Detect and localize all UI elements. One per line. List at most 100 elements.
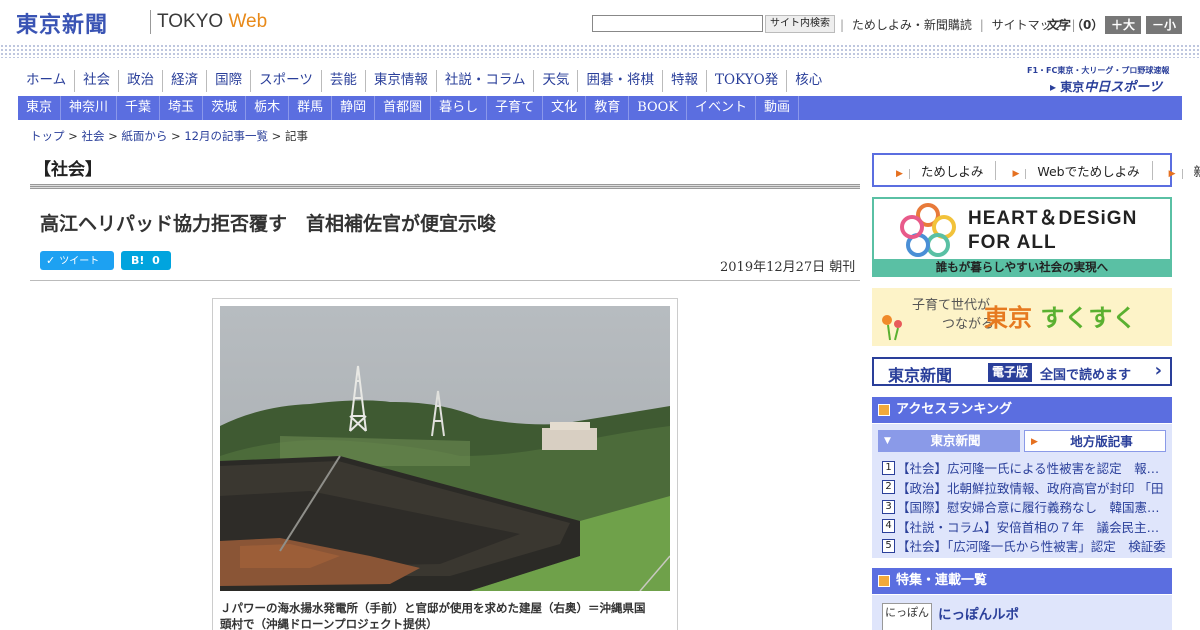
main-nav-item[interactable]: 政治 — [118, 70, 162, 92]
breadcrumb-separator: > — [268, 129, 285, 143]
tab-ranking-tokyo-label: 東京新聞 — [930, 433, 981, 448]
sukusuku-tokyo: 東京 — [984, 303, 1032, 332]
main-nav-item[interactable]: 経済 — [162, 70, 206, 92]
digital-edition-banner[interactable]: 東京新聞 電子版 全国で読めます › — [872, 357, 1172, 386]
ranking-number: 4 — [882, 519, 895, 534]
heart-design-text: HEART＆DESiGN FOR ALL — [968, 207, 1137, 255]
main-nav: ホーム 社会 政治 経済 国際 スポーツ 芸能 東京情報 社説・コラム 天気 囲碁・将棋 特報 TOKY… — [18, 70, 830, 92]
logo-web-text: Web — [228, 11, 268, 32]
tab-ranking-local[interactable]: ▶ 地方版記事 — [1024, 430, 1166, 452]
region-nav-item[interactable]: 茨城 — [203, 96, 247, 120]
flower-logo-icon — [900, 203, 956, 257]
site-search-button[interactable]: サイト内検索 — [765, 15, 835, 33]
heart-line-2: FOR ALL — [968, 232, 1057, 253]
main-nav-item[interactable]: 芸能 — [320, 70, 365, 92]
search-input[interactable] — [592, 15, 763, 32]
main-nav-item[interactable]: スポーツ — [250, 70, 321, 92]
region-nav-item[interactable]: 埼玉 — [160, 96, 204, 120]
sports-news-label[interactable]: F1・FC東京・大リーグ・プロ野球速報 — [1027, 65, 1169, 76]
main-nav-item[interactable]: 国際 — [206, 70, 250, 92]
sukusuku-subtitle-2: つながる — [942, 317, 995, 332]
ranking-item[interactable]: 5 【社会】「広河隆一氏から性被害」認定 検証委 — [882, 536, 1167, 556]
arrow-icon: ▶ — [1004, 168, 1027, 179]
region-nav-item[interactable]: 東京 — [18, 96, 62, 120]
breadcrumb-separator: > — [64, 129, 82, 143]
ranking-header: アクセスランキング — [872, 397, 1172, 423]
font-bigger-button[interactable]: ＋大 — [1105, 16, 1141, 34]
chunichi-prefix: 東京 — [1060, 80, 1085, 94]
font-size-label: 文字（0） — [1047, 18, 1104, 32]
ranking-text: 【社会】広河隆一氏による性被害を認定 報告書 — [897, 461, 1167, 477]
main-nav-item[interactable]: 東京情報 — [364, 70, 436, 92]
ranking-item[interactable]: 3 【国際】慰安婦合意に履行義務なし 韓国憲法裁 — [882, 497, 1167, 517]
tab-arrow-icon: ▶ — [1031, 437, 1038, 447]
tab-ranking-tokyo[interactable]: ▼ 東京新聞 — [878, 430, 1020, 452]
feature-thumbnail[interactable]: にっぽん — [882, 603, 932, 630]
header-links: | ためしよみ・新聞購読 | サイトマップ | — [838, 16, 1077, 33]
flower-sprout-icon — [882, 315, 902, 341]
ranking-item[interactable]: 1 【社会】広河隆一氏による性被害を認定 報告書 — [882, 458, 1167, 478]
main-nav-item[interactable]: ホーム — [18, 70, 74, 92]
aerial-photo-graphic — [220, 306, 670, 591]
sidebar-link-trial[interactable]: ▶ ためしよみ — [880, 160, 997, 180]
main-nav-item[interactable]: 天気 — [533, 70, 577, 92]
breadcrumb-link[interactable]: 12月の記事一覧 — [184, 129, 268, 143]
main-nav-item[interactable]: TOKYO発 — [705, 70, 786, 92]
main-nav-item[interactable]: 社会 — [74, 70, 118, 92]
ranking-number: 3 — [882, 499, 895, 514]
tweet-button[interactable]: ✓ ツイート — [40, 251, 114, 270]
region-nav-item[interactable]: BOOK — [629, 96, 688, 120]
ranking-item[interactable]: 2 【政治】北朝鮮拉致情報、政府高官が封印 「田 — [882, 478, 1167, 498]
ranking-text: 【政治】北朝鮮拉致情報、政府高官が封印 「田 — [897, 480, 1164, 496]
ranking-list: 1 【社会】広河隆一氏による性被害を認定 報告書 2 【政治】北朝鮮拉致情報、政府高官… — [882, 458, 1167, 556]
region-nav-item[interactable]: 子育て — [487, 96, 544, 120]
hatena-bookmark-button[interactable]: B! 0 — [121, 251, 171, 270]
main-nav-item[interactable]: 核心 — [786, 70, 830, 92]
ranking-item[interactable]: 4 【社説・コラム】安倍首相の７年 議会民主主義 — [882, 517, 1167, 537]
feature-item-title[interactable]: にっぽんルポ — [938, 603, 1019, 623]
caption-line-1: Ｊパワーの海水揚水発電所（手前）と官邸が使用を求めた建屋（右奥）＝沖縄県国 — [220, 601, 646, 615]
region-nav-item[interactable]: 群馬 — [289, 96, 333, 120]
region-nav-item[interactable]: 教育 — [586, 96, 630, 120]
chevron-right-icon: › — [1154, 360, 1162, 381]
hatena-count: 0 — [152, 254, 160, 267]
site-logo-tokyo-web[interactable]: TOKYO Web — [157, 11, 267, 33]
ranking-title: アクセスランキング — [896, 402, 1012, 417]
main-nav-item[interactable]: 社説・コラム — [435, 70, 534, 92]
sukusuku-banner[interactable]: 子育て世代が つながる 東京 すくすく — [872, 288, 1172, 346]
region-nav-item[interactable]: 文化 — [543, 96, 587, 120]
breadcrumb-link[interactable]: 社会 — [81, 129, 104, 143]
heart-line-1: HEART＆DESiGN — [968, 208, 1138, 229]
ranking-number: 1 — [882, 460, 895, 475]
sidebar-link-subscribe[interactable]: ▶ 新聞購読 — [1153, 161, 1200, 180]
font-smaller-button[interactable]: －小 — [1146, 16, 1182, 34]
breadcrumb-current: 記事 — [284, 129, 308, 143]
main-nav-item[interactable]: 囲碁・将棋 — [577, 70, 662, 92]
chunichi-sports-link[interactable]: ▸ 東京中日スポーツ — [1050, 76, 1162, 95]
article-photo[interactable] — [220, 306, 670, 591]
heart-design-banner[interactable]: HEART＆DESiGN FOR ALL 誰もが暮らしやすい社会の実現へ — [872, 197, 1172, 277]
section-square-icon — [878, 575, 890, 587]
feature-title: 特集・連載一覧 — [896, 573, 988, 588]
header-dotted-divider — [0, 44, 1200, 58]
feature-header: 特集・連載一覧 — [872, 568, 1172, 594]
region-nav-item[interactable]: 動画 — [756, 96, 800, 120]
sidebar-link-web-trial[interactable]: ▶ Webでためしよみ — [996, 160, 1153, 180]
header-link-subscribe[interactable]: ためしよみ・新聞購読 — [850, 18, 974, 32]
region-nav-item[interactable]: 静岡 — [332, 96, 376, 120]
region-nav-item[interactable]: 暮らし — [431, 96, 488, 120]
breadcrumb-link[interactable]: 紙面から — [121, 129, 167, 143]
region-nav: 東京 神奈川 千葉 埼玉 茨城 栃木 群馬 静岡 首都圏 暮らし 子育て 文化 教育 BOOK イベント 動画 — [18, 96, 1182, 120]
main-nav-item[interactable]: 特報 — [661, 70, 706, 92]
region-nav-item[interactable]: 千葉 — [117, 96, 161, 120]
site-logo[interactable]: 東京新聞 — [16, 7, 108, 39]
subscribe-links-box: ▶ ためしよみ ▶ Webでためしよみ ▶ 新聞購読 — [872, 153, 1200, 187]
region-nav-item[interactable]: 首都圏 — [375, 96, 432, 120]
ranking-box: ▼ 東京新聞 ▶ 地方版記事 1 【社会】広河隆一氏による性被害を認定 報告書 2 【政治… — [872, 424, 1172, 558]
region-nav-item[interactable]: 栃木 — [246, 96, 290, 120]
header-link-separator: | — [840, 18, 845, 32]
region-nav-item[interactable]: イベント — [687, 96, 757, 120]
feature-box: にっぽん にっぽんルポ — [872, 595, 1172, 630]
breadcrumb-link[interactable]: トップ — [30, 129, 65, 143]
region-nav-item[interactable]: 神奈川 — [61, 96, 118, 120]
